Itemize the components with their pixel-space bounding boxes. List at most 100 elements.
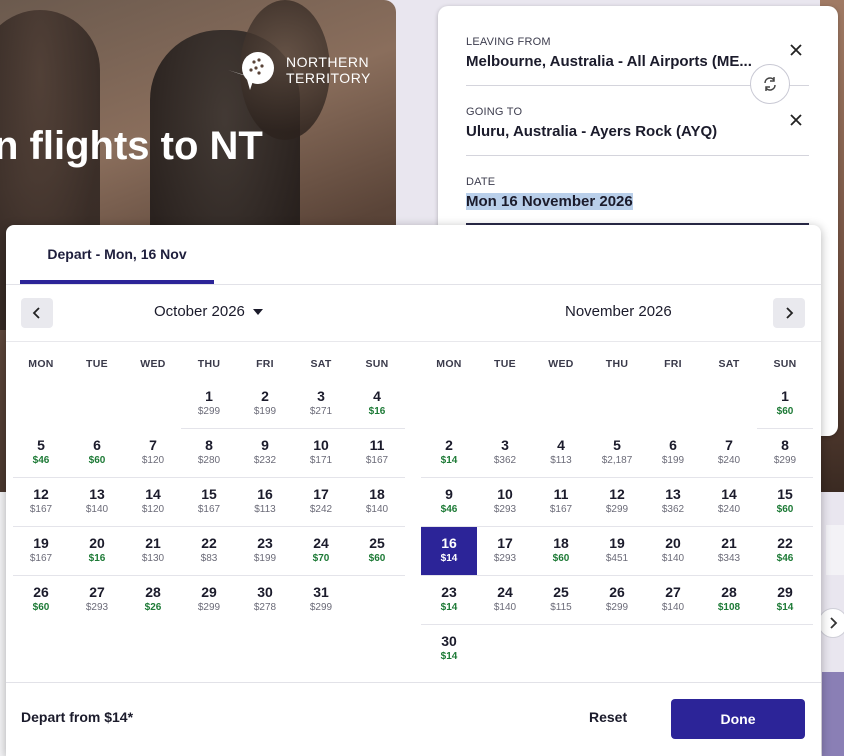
- day-cell-october-29[interactable]: 29 $299: [181, 576, 237, 625]
- day-cell-october-4[interactable]: 4 $16: [349, 380, 405, 429]
- day-cell-november-21[interactable]: 21 $343: [701, 527, 757, 576]
- day-cell-october-16[interactable]: 16 $113: [237, 478, 293, 527]
- day-cell-november-1[interactable]: 1 $60: [757, 380, 813, 429]
- day-cell-november-30[interactable]: 30 $14: [421, 625, 477, 674]
- going-to-field[interactable]: GOING TO Uluru, Australia - Ayers Rock (…: [466, 106, 809, 156]
- day-cell-november-18[interactable]: 18 $60: [533, 527, 589, 576]
- clear-leaving-button[interactable]: [786, 41, 806, 61]
- next-month-button[interactable]: [773, 298, 805, 328]
- day-cell-november-3[interactable]: 3 $362: [477, 429, 533, 478]
- weekday-label: TUE: [86, 358, 108, 370]
- day-cell-october-25[interactable]: 25 $60: [349, 527, 405, 576]
- day-cell-october-31[interactable]: 31 $299: [293, 576, 349, 625]
- weekday-label: MON: [436, 358, 462, 370]
- day-cell-november-24[interactable]: 24 $140: [477, 576, 533, 625]
- day-cell-november-8[interactable]: 8 $299: [757, 429, 813, 478]
- day-price: $70: [312, 553, 330, 564]
- day-cell-october-14[interactable]: 14 $120: [125, 478, 181, 527]
- day-price: $293: [493, 504, 517, 515]
- day-cell-october-21[interactable]: 21 $130: [125, 527, 181, 576]
- day-cell-november-28[interactable]: 28 $108: [701, 576, 757, 625]
- day-cell-november-14[interactable]: 14 $240: [701, 478, 757, 527]
- day-cell-october-1[interactable]: 1 $299: [181, 380, 237, 429]
- day-cell-october-12[interactable]: 12 $167: [13, 478, 69, 527]
- day-cell-november-22[interactable]: 22 $46: [757, 527, 813, 576]
- day-cell-october-2[interactable]: 2 $199: [237, 380, 293, 429]
- previous-month-button[interactable]: [21, 298, 53, 328]
- day-cell-november-25[interactable]: 25 $115: [533, 576, 589, 625]
- day-cell-october-7[interactable]: 7 $120: [125, 429, 181, 478]
- day-cell-october-27[interactable]: 27 $293: [69, 576, 125, 625]
- day-cell-october-23[interactable]: 23 $199: [237, 527, 293, 576]
- day-cell-november-16[interactable]: 16 $14: [421, 527, 477, 576]
- day-cell-october-15[interactable]: 15 $167: [181, 478, 237, 527]
- day-cell-october-30[interactable]: 30 $278: [237, 576, 293, 625]
- day-cell-october-3[interactable]: 3 $271: [293, 380, 349, 429]
- day-price: $299: [197, 602, 221, 613]
- month-november: MON TUE WED THU FRI SAT SUN 1 $60 2 $14 3 $36…: [421, 348, 813, 674]
- done-button[interactable]: Done: [671, 699, 805, 739]
- date-value[interactable]: Mon 16 November 2026: [466, 193, 809, 210]
- day-price: $140: [661, 553, 685, 564]
- day-number: 8: [781, 437, 789, 453]
- month-selector[interactable]: October 2026: [154, 303, 263, 320]
- day-cell-november-4[interactable]: 4 $113: [533, 429, 589, 478]
- day-cell-october-10[interactable]: 10 $171: [293, 429, 349, 478]
- day-cell-october-5[interactable]: 5 $46: [13, 429, 69, 478]
- tab-depart[interactable]: Depart - Mon, 16 Nov: [20, 225, 214, 284]
- day-price: $120: [141, 455, 165, 466]
- day-cell-november-7[interactable]: 7 $240: [701, 429, 757, 478]
- day-number: 23: [257, 535, 273, 551]
- day-cell-october-22[interactable]: 22 $83: [181, 527, 237, 576]
- day-number: 27: [665, 584, 681, 600]
- empty-day-cell: [701, 380, 757, 429]
- day-cell-october-17[interactable]: 17 $242: [293, 478, 349, 527]
- day-cell-october-26[interactable]: 26 $60: [13, 576, 69, 625]
- day-cell-november-29[interactable]: 29 $14: [757, 576, 813, 625]
- day-cell-november-15[interactable]: 15 $60: [757, 478, 813, 527]
- day-number: 7: [149, 437, 157, 453]
- day-number: 26: [33, 584, 49, 600]
- day-cell-november-6[interactable]: 6 $199: [645, 429, 701, 478]
- reset-button[interactable]: Reset: [589, 709, 627, 725]
- day-cell-october-13[interactable]: 13 $140: [69, 478, 125, 527]
- carousel-next-button[interactable]: [818, 608, 844, 638]
- day-cell-october-8[interactable]: 8 $280: [181, 429, 237, 478]
- day-cell-october-28[interactable]: 28 $26: [125, 576, 181, 625]
- day-cell-november-27[interactable]: 27 $140: [645, 576, 701, 625]
- day-price: $14: [440, 651, 458, 662]
- day-cell-november-2[interactable]: 2 $14: [421, 429, 477, 478]
- day-cell-october-9[interactable]: 9 $232: [237, 429, 293, 478]
- day-cell-october-6[interactable]: 6 $60: [69, 429, 125, 478]
- day-number: 17: [497, 535, 513, 551]
- day-cell-november-5[interactable]: 5 $2,187: [589, 429, 645, 478]
- month-title-october: October 2026: [154, 303, 245, 320]
- day-cell-october-19[interactable]: 19 $167: [13, 527, 69, 576]
- day-price: $271: [309, 406, 333, 417]
- clear-going-button[interactable]: [786, 111, 806, 131]
- day-cell-november-10[interactable]: 10 $293: [477, 478, 533, 527]
- weekday-label: FRI: [256, 358, 274, 370]
- day-cell-november-17[interactable]: 17 $293: [477, 527, 533, 576]
- nt-bird-icon: [228, 52, 274, 90]
- going-to-value[interactable]: Uluru, Australia - Ayers Rock (AYQ): [466, 123, 809, 140]
- day-cell-october-20[interactable]: 20 $16: [69, 527, 125, 576]
- day-price: $130: [141, 553, 165, 564]
- day-cell-november-19[interactable]: 19 $451: [589, 527, 645, 576]
- day-cell-november-9[interactable]: 9 $46: [421, 478, 477, 527]
- day-price: $60: [88, 455, 106, 466]
- day-cell-october-24[interactable]: 24 $70: [293, 527, 349, 576]
- day-price: $199: [253, 406, 277, 417]
- day-cell-november-20[interactable]: 20 $140: [645, 527, 701, 576]
- day-cell-october-11[interactable]: 11 $167: [349, 429, 405, 478]
- date-field[interactable]: DATE Mon 16 November 2026: [466, 176, 809, 225]
- day-cell-november-13[interactable]: 13 $362: [645, 478, 701, 527]
- day-price: $140: [661, 602, 685, 613]
- swap-airports-button[interactable]: [750, 64, 790, 104]
- day-cell-october-18[interactable]: 18 $140: [349, 478, 405, 527]
- day-cell-november-12[interactable]: 12 $299: [589, 478, 645, 527]
- day-number: 29: [201, 584, 217, 600]
- day-cell-november-11[interactable]: 11 $167: [533, 478, 589, 527]
- day-cell-november-26[interactable]: 26 $299: [589, 576, 645, 625]
- day-cell-november-23[interactable]: 23 $14: [421, 576, 477, 625]
